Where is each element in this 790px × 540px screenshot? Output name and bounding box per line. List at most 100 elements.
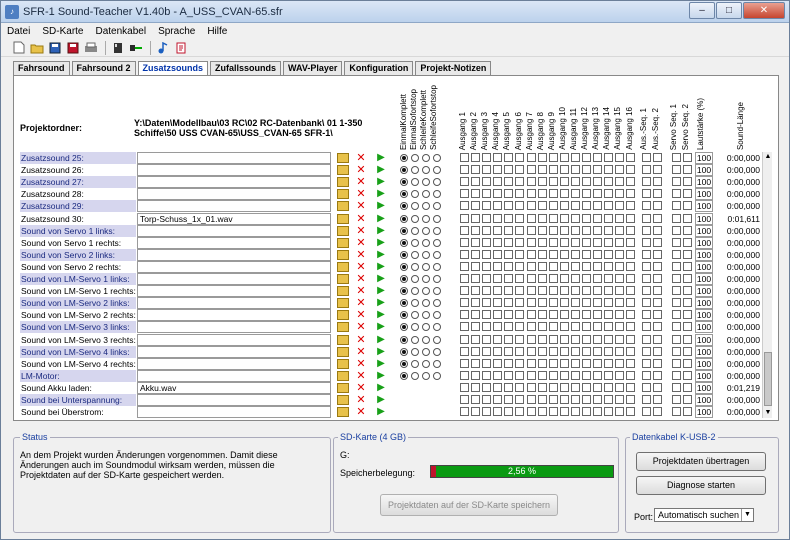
servo-seq-checkbox[interactable]: [683, 382, 693, 392]
output-checkbox[interactable]: [493, 237, 503, 247]
aus-seq-checkbox[interactable]: [653, 225, 663, 235]
output-checkbox[interactable]: [626, 153, 636, 162]
play-mode-radio[interactable]: [422, 166, 430, 175]
output-checkbox[interactable]: [548, 407, 558, 417]
output-checkbox[interactable]: [548, 249, 558, 259]
output-checkbox[interactable]: [570, 189, 580, 199]
output-checkbox[interactable]: [604, 213, 614, 223]
servo-seq-checkbox[interactable]: [672, 261, 681, 271]
output-checkbox[interactable]: [593, 225, 603, 235]
volume-field[interactable]: 100: [695, 260, 713, 273]
scroll-thumb[interactable]: [764, 352, 772, 406]
output-checkbox[interactable]: [482, 346, 492, 356]
aus-seq-checkbox[interactable]: [642, 370, 651, 380]
play-mode-radio[interactable]: [433, 226, 441, 235]
output-checkbox[interactable]: [582, 346, 592, 356]
output-checkbox[interactable]: [515, 298, 525, 308]
output-checkbox[interactable]: [537, 310, 547, 320]
play-icon[interactable]: ▶: [375, 334, 387, 346]
output-checkbox[interactable]: [515, 165, 525, 175]
output-checkbox[interactable]: [460, 407, 469, 417]
servo-seq-checkbox[interactable]: [683, 322, 693, 332]
output-checkbox[interactable]: [493, 310, 503, 320]
output-checkbox[interactable]: [559, 213, 569, 223]
open-folder-icon[interactable]: [337, 153, 349, 163]
delete-icon[interactable]: ✕: [355, 261, 367, 273]
aus-seq-checkbox[interactable]: [642, 298, 651, 308]
output-checkbox[interactable]: [570, 310, 580, 320]
sound-file-field[interactable]: [137, 406, 331, 419]
output-checkbox[interactable]: [537, 261, 547, 271]
volume-field[interactable]: 100: [695, 406, 713, 419]
servo-seq-checkbox[interactable]: [672, 298, 681, 308]
output-checkbox[interactable]: [604, 177, 614, 187]
open-folder-icon[interactable]: [337, 370, 349, 381]
output-checkbox[interactable]: [604, 261, 614, 271]
sound-file-field[interactable]: [137, 394, 331, 406]
start-diagnosis-button[interactable]: Diagnose starten: [636, 476, 766, 495]
servo-seq-checkbox[interactable]: [683, 189, 693, 199]
play-mode-radio[interactable]: [411, 371, 419, 380]
play-mode-radio[interactable]: [400, 371, 408, 380]
output-checkbox[interactable]: [615, 201, 625, 211]
output-checkbox[interactable]: [559, 189, 569, 199]
output-checkbox[interactable]: [548, 395, 558, 404]
play-icon[interactable]: ▶: [375, 152, 387, 164]
aus-seq-checkbox[interactable]: [642, 286, 651, 296]
volume-field[interactable]: 100: [695, 176, 713, 189]
play-mode-radio[interactable]: [411, 250, 419, 259]
output-checkbox[interactable]: [504, 358, 514, 368]
play-mode-radio[interactable]: [433, 275, 441, 283]
output-checkbox[interactable]: [482, 201, 492, 211]
volume-field[interactable]: 100: [695, 381, 713, 394]
output-checkbox[interactable]: [482, 407, 492, 417]
output-checkbox[interactable]: [582, 201, 592, 211]
output-checkbox[interactable]: [626, 249, 636, 259]
play-icon[interactable]: ▶: [375, 213, 387, 225]
play-mode-radio[interactable]: [400, 323, 408, 332]
open-folder-icon[interactable]: [337, 346, 349, 357]
aus-seq-checkbox[interactable]: [642, 201, 651, 211]
aus-seq-checkbox[interactable]: [653, 346, 663, 356]
play-mode-radio[interactable]: [422, 226, 430, 235]
output-checkbox[interactable]: [548, 261, 558, 271]
output-checkbox[interactable]: [460, 261, 469, 271]
output-checkbox[interactable]: [460, 201, 469, 211]
output-checkbox[interactable]: [482, 310, 492, 320]
output-checkbox[interactable]: [604, 237, 614, 247]
output-checkbox[interactable]: [460, 346, 469, 356]
output-checkbox[interactable]: [460, 310, 469, 320]
output-checkbox[interactable]: [582, 407, 592, 417]
output-checkbox[interactable]: [493, 225, 503, 235]
open-folder-icon[interactable]: [337, 274, 349, 284]
menu-sprache[interactable]: Sprache: [158, 26, 195, 37]
servo-seq-checkbox[interactable]: [683, 153, 693, 162]
aus-seq-checkbox[interactable]: [653, 165, 663, 175]
output-checkbox[interactable]: [604, 382, 614, 392]
delete-icon[interactable]: ✕: [355, 225, 367, 237]
output-checkbox[interactable]: [593, 382, 603, 392]
servo-seq-checkbox[interactable]: [672, 322, 681, 332]
play-mode-radio[interactable]: [400, 154, 408, 162]
output-checkbox[interactable]: [604, 310, 614, 320]
play-mode-radio[interactable]: [422, 154, 430, 162]
play-mode-radio[interactable]: [422, 238, 430, 247]
output-checkbox[interactable]: [515, 370, 525, 380]
play-mode-radio[interactable]: [400, 214, 408, 223]
output-checkbox[interactable]: [482, 237, 492, 247]
servo-seq-checkbox[interactable]: [672, 165, 681, 175]
output-checkbox[interactable]: [460, 395, 469, 404]
output-checkbox[interactable]: [615, 153, 625, 162]
output-checkbox[interactable]: [548, 165, 558, 175]
volume-field[interactable]: 100: [695, 333, 713, 346]
output-checkbox[interactable]: [482, 261, 492, 271]
output-checkbox[interactable]: [615, 274, 625, 283]
output-checkbox[interactable]: [471, 334, 481, 344]
play-mode-radio[interactable]: [400, 226, 408, 235]
servo-seq-checkbox[interactable]: [672, 346, 681, 356]
output-checkbox[interactable]: [460, 382, 469, 392]
tab-konfiguration[interactable]: Konfiguration: [344, 61, 414, 75]
open-folder-icon[interactable]: [337, 249, 349, 260]
output-checkbox[interactable]: [582, 298, 592, 308]
output-checkbox[interactable]: [482, 165, 492, 175]
